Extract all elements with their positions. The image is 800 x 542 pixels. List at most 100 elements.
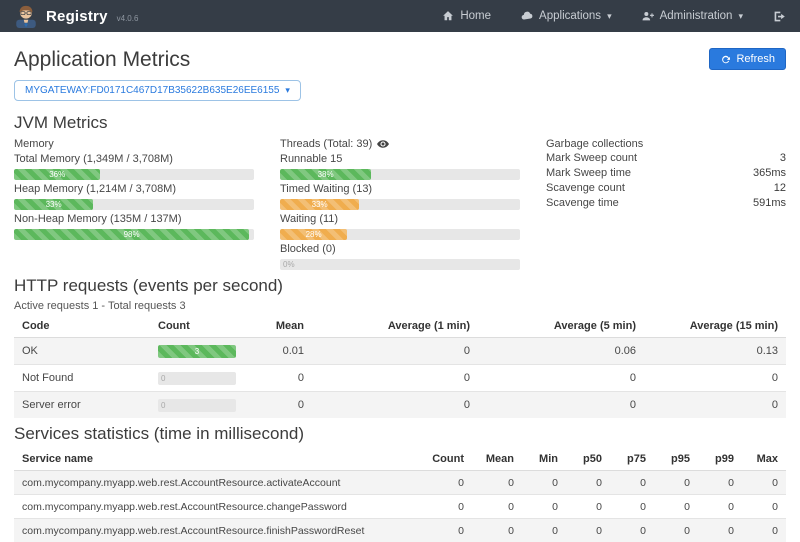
services-statistics-heading: Services statistics (time in millisecond…: [14, 424, 786, 444]
gc-row: Mark Sweep time 365ms: [546, 166, 786, 181]
gc-title: Garbage collections: [546, 137, 786, 151]
navbar: Registry v4.0.6 Home Applications▾ Adminis…: [0, 0, 800, 32]
service-value-cell: 0: [522, 495, 566, 519]
service-value-cell: 0: [698, 471, 742, 495]
nav-item-label: Administration: [660, 10, 733, 22]
service-value-cell: 0: [472, 519, 522, 542]
services-column-header: Max: [742, 448, 786, 471]
http-table-header-row: CodeCountMeanAverage (1 min)Average (5 m…: [14, 315, 786, 338]
main-content: Application Metrics Refresh MYGATEWAY:FD…: [0, 32, 800, 542]
http-column-header: Count: [150, 315, 260, 338]
progress-track: 38%: [280, 169, 520, 180]
progress-label: 38%: [280, 169, 371, 180]
service-value-cell: 0: [610, 495, 654, 519]
metric-label: Heap Memory (1,214M / 3,708M): [14, 182, 254, 196]
http-column-header: Mean: [260, 315, 312, 338]
threads-title: Threads (Total: 39): [280, 137, 520, 151]
eye-icon[interactable]: [377, 140, 389, 148]
gc-row: Scavenge time591ms: [546, 196, 786, 211]
progress-track: 0: [158, 399, 236, 412]
brand-version: v4.0.6: [117, 14, 139, 23]
services-column-header: p50: [566, 448, 610, 471]
service-value-cell: 0: [420, 471, 472, 495]
service-value-cell: 0: [654, 519, 698, 542]
gc-value: 12: [774, 181, 786, 196]
refresh-icon: [720, 54, 731, 65]
http-column-header: Average (1 min): [312, 315, 478, 338]
metric-label: Blocked (0): [280, 242, 520, 256]
service-name-cell: com.mycompany.myapp.web.rest.AccountReso…: [14, 471, 420, 495]
progress-label: 0%: [280, 259, 520, 270]
service-value-cell: 0: [420, 519, 472, 542]
http-code-cell: OK: [14, 338, 150, 365]
nav-item-administration[interactable]: Administration ▾: [642, 10, 743, 22]
threads-column: Threads (Total: 39) Runnable 1538%Timed …: [280, 137, 520, 272]
sign-out-button[interactable]: [773, 10, 786, 23]
instance-selector-dropdown[interactable]: MYGATEWAY:FD0171C467D17B35622B635E26EE61…: [14, 80, 301, 101]
http-requests-subtitle: Active requests 1 - Total requests 3: [14, 300, 786, 313]
memory-column: Memory Total Memory (1,349M / 3,708M)36%…: [14, 137, 254, 272]
jvm-metrics-heading: JVM Metrics: [14, 113, 786, 133]
http-table-row: Not Found00000: [14, 365, 786, 392]
gc-rows: Mark Sweep count3Mark Sweep time 365ms Sca…: [546, 151, 786, 211]
gc-row: Mark Sweep count3: [546, 151, 786, 166]
gc-label: Scavenge count: [546, 181, 625, 196]
gc-label: Mark Sweep time: [546, 166, 631, 181]
service-value-cell: 0: [654, 471, 698, 495]
progress-label: 36%: [14, 169, 100, 180]
service-value-cell: 0: [522, 519, 566, 542]
http-value-cell: 0: [312, 338, 478, 365]
services-column-header: Min: [522, 448, 566, 471]
refresh-button-label: Refresh: [736, 53, 775, 65]
service-value-cell: 0: [566, 519, 610, 542]
http-value-cell: 0: [644, 392, 786, 419]
nav-item-applications[interactable]: Applications▾: [521, 10, 612, 22]
progress-label: 0: [158, 372, 236, 385]
http-value-cell: 0: [260, 392, 312, 419]
memory-bars: Total Memory (1,349M / 3,708M) 36% Heap Me…: [14, 152, 254, 240]
metric-label: Total Memory (1,349M / 3,708M): [14, 152, 254, 166]
services-column-header: Service name: [14, 448, 420, 471]
progress-label: 33%: [14, 199, 93, 210]
http-value-cell: 0: [644, 365, 786, 392]
cloud-icon: [521, 10, 533, 22]
http-requests-table: CodeCountMeanAverage (1 min)Average (5 m…: [14, 315, 786, 418]
progress-track: 98%: [14, 229, 254, 240]
services-table-row: com.mycompany.myapp.web.rest.AccountReso…: [14, 495, 786, 519]
jhipster-logo-icon: [14, 3, 38, 29]
page-header: Application Metrics Refresh: [14, 48, 786, 72]
services-table-row: com.mycompany.myapp.web.rest.AccountReso…: [14, 471, 786, 495]
chevron-down-icon: ▾: [285, 85, 290, 96]
nav-item-home[interactable]: Home: [442, 10, 491, 22]
chevron-down-icon: ▾: [607, 11, 612, 22]
http-value-cell: 0: [260, 365, 312, 392]
gc-column: Garbage collections Mark Sweep count3Mar…: [546, 137, 786, 272]
refresh-button[interactable]: Refresh: [709, 48, 786, 70]
http-code-cell: Server error: [14, 392, 150, 419]
service-value-cell: 0: [742, 495, 786, 519]
http-count-cell: 0: [150, 365, 260, 392]
nav-menu: Home Applications▾ Administration ▾: [442, 10, 786, 23]
service-name-cell: com.mycompany.myapp.web.rest.AccountReso…: [14, 519, 420, 542]
gc-value: 365ms: [753, 166, 786, 181]
progress-track: 28%: [280, 229, 520, 240]
progress-track: 33%: [280, 199, 520, 210]
gc-label: Scavenge time: [546, 196, 619, 211]
progress-label: 98%: [14, 229, 249, 240]
service-value-cell: 0: [472, 471, 522, 495]
service-value-cell: 0: [742, 471, 786, 495]
service-value-cell: 0: [472, 495, 522, 519]
brand[interactable]: Registry v4.0.6: [14, 3, 138, 29]
services-column-header: Mean: [472, 448, 522, 471]
chevron-down-icon: ▾: [738, 11, 743, 22]
thread-bars: Runnable 1538%Timed Waiting (13)33%Waiti…: [280, 152, 520, 270]
service-value-cell: 0: [522, 471, 566, 495]
progress-track: 0%: [280, 259, 520, 270]
gc-label: Mark Sweep count: [546, 151, 637, 166]
services-column-header: Count: [420, 448, 472, 471]
services-column-header: p75: [610, 448, 654, 471]
services-statistics-table: Service nameCountMeanMinp50p75p95p99Max …: [14, 448, 786, 542]
progress-label: 3: [158, 345, 236, 358]
http-table-row: Server error00000: [14, 392, 786, 419]
services-column-header: p99: [698, 448, 742, 471]
